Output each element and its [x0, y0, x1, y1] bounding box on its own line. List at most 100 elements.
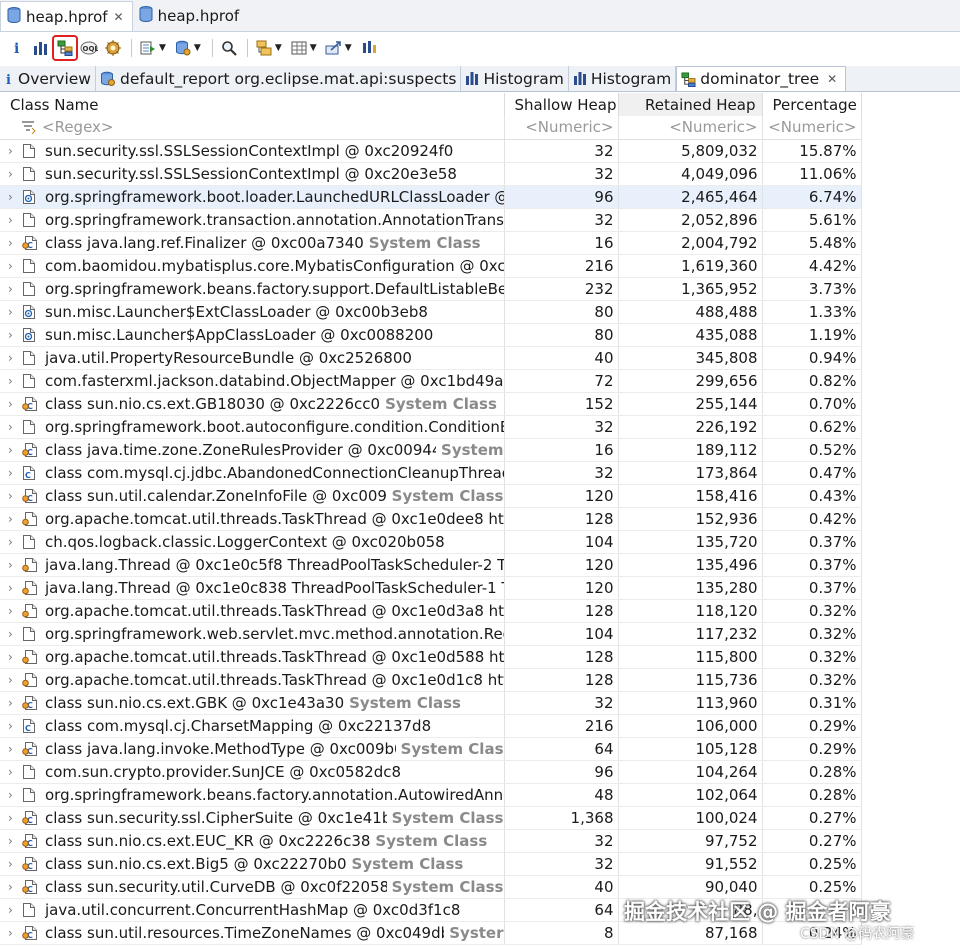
cell-class-name[interactable]: › Cclass java.time.zone.ZoneRulesProvider… [0, 438, 505, 462]
table-row[interactable]: › org.springframework.transaction.annotat… [0, 208, 862, 232]
expand-chevron-icon[interactable]: › [8, 466, 22, 480]
table-row[interactable]: › Cclass sun.security.util.CurveDB @ 0xc0… [0, 875, 862, 899]
table-row[interactable]: › sun.security.ssl.SSLSessionContextImpl … [0, 139, 862, 163]
group-result-icon[interactable] [253, 37, 275, 59]
chevron-down-icon[interactable]: ▼ [345, 43, 352, 53]
expand-chevron-icon[interactable]: › [8, 719, 22, 733]
expand-chevron-icon[interactable]: › [8, 673, 22, 687]
expand-chevron-icon[interactable]: › [8, 558, 22, 572]
expand-chevron-icon[interactable]: › [8, 443, 22, 457]
table-row[interactable]: › sun.misc.Launcher$AppClassLoader @ 0xc0… [0, 323, 862, 347]
expand-chevron-icon[interactable]: › [8, 535, 22, 549]
expand-chevron-icon[interactable]: › [8, 167, 22, 181]
expand-chevron-icon[interactable]: › [8, 788, 22, 802]
expand-chevron-icon[interactable]: › [8, 880, 22, 894]
expand-chevron-icon[interactable]: › [8, 489, 22, 503]
tab-default-report[interactable]: default_report org.eclipse.mat.api:suspe… [96, 66, 462, 91]
cell-class-name[interactable]: › org.springframework.beans.factory.annot… [0, 783, 505, 807]
table-row[interactable]: › org.springframework.beans.factory.suppo… [0, 277, 862, 301]
expand-chevron-icon[interactable]: › [8, 512, 22, 526]
expand-chevron-icon[interactable]: › [8, 627, 22, 641]
cell-class-name[interactable]: › org.apache.tomcat.util.threads.TaskThre… [0, 645, 505, 669]
expand-chevron-icon[interactable]: › [8, 351, 22, 365]
table-row[interactable]: › ch.qos.logback.classic.LoggerContext @ … [0, 530, 862, 554]
cell-class-name[interactable]: › org.apache.tomcat.util.threads.TaskThre… [0, 507, 505, 531]
expand-chevron-icon[interactable]: › [8, 581, 22, 595]
expand-chevron-icon[interactable]: › [8, 259, 22, 273]
cell-class-name[interactable]: › sun.misc.Launcher$AppClassLoader @ 0xc0… [0, 323, 505, 347]
expand-chevron-icon[interactable]: › [8, 696, 22, 710]
expand-chevron-icon[interactable]: › [8, 213, 22, 227]
cell-class-name[interactable]: › org.springframework.transaction.annotat… [0, 208, 505, 232]
filter-retained-heap[interactable]: <Numeric> [618, 116, 763, 140]
cell-class-name[interactable]: › Cclass com.mysql.cj.jdbc.AbandonedConne… [0, 461, 505, 485]
cell-class-name[interactable]: › org.springframework.boot.loader.Launche… [0, 185, 505, 209]
chevron-down-icon[interactable]: ▼ [194, 43, 201, 53]
cell-class-name[interactable]: › com.baomidou.mybatisplus.core.MybatisCo… [0, 254, 505, 278]
table-row[interactable]: › com.fasterxml.jackson.databind.ObjectMa… [0, 369, 862, 393]
cell-class-name[interactable]: › sun.security.ssl.SSLSessionContextImpl … [0, 139, 505, 163]
info-icon[interactable]: i [6, 37, 28, 59]
table-row[interactable]: › org.springframework.boot.autoconfigure.… [0, 415, 862, 439]
table-row[interactable]: › com.sun.crypto.provider.SunJCE @ 0xc058… [0, 760, 862, 784]
cell-class-name[interactable]: › Cclass sun.nio.cs.ext.GB18030 @ 0xc2226… [0, 392, 505, 416]
editor-tab-heap-hprof-1[interactable]: heap.hprof ✕ [0, 1, 133, 31]
cell-class-name[interactable]: › Cclass sun.security.ssl.CipherSuite @ 0… [0, 806, 505, 830]
chevron-down-icon[interactable]: ▼ [275, 43, 282, 53]
expand-chevron-icon[interactable]: › [8, 604, 22, 618]
tab-histogram-1[interactable]: Histogram [461, 66, 569, 91]
expand-chevron-icon[interactable]: › [8, 190, 22, 204]
histogram-icon[interactable] [30, 37, 52, 59]
expand-chevron-icon[interactable]: › [8, 765, 22, 779]
expand-chevron-icon[interactable]: › [8, 282, 22, 296]
table-row[interactable]: › com.baomidou.mybatisplus.core.MybatisCo… [0, 254, 862, 278]
cell-class-name[interactable]: › org.springframework.beans.factory.suppo… [0, 277, 505, 301]
column-header-percentage[interactable]: Percentage [762, 93, 862, 116]
cell-class-name[interactable]: › sun.misc.Launcher$ExtClassLoader @ 0xc0… [0, 300, 505, 324]
expand-chevron-icon[interactable]: › [8, 305, 22, 319]
cell-class-name[interactable]: › com.fasterxml.jackson.databind.ObjectMa… [0, 369, 505, 393]
table-row[interactable]: › Cclass sun.security.ssl.CipherSuite @ 0… [0, 806, 862, 830]
table-row[interactable]: › org.apache.tomcat.util.threads.TaskThre… [0, 507, 862, 531]
expand-chevron-icon[interactable]: › [8, 903, 22, 917]
table-row[interactable]: › Cclass sun.nio.cs.ext.EUC_KR @ 0xc2226c… [0, 829, 862, 853]
expand-chevron-icon[interactable]: › [8, 742, 22, 756]
cell-class-name[interactable]: › com.sun.crypto.provider.SunJCE @ 0xc058… [0, 760, 505, 784]
table-row[interactable]: › Cclass sun.util.calendar.ZoneInfoFile @… [0, 484, 862, 508]
cell-class-name[interactable]: › java.util.PropertyResourceBundle @ 0xc2… [0, 346, 505, 370]
expand-chevron-icon[interactable]: › [8, 420, 22, 434]
cell-class-name[interactable]: › Cclass com.mysql.cj.CharsetMapping @ 0x… [0, 714, 505, 738]
chevron-down-icon[interactable]: ▼ [310, 43, 317, 53]
expand-chevron-icon[interactable]: › [8, 328, 22, 342]
cell-class-name[interactable]: › Cclass sun.util.calendar.ZoneInfoFile @… [0, 484, 505, 508]
tab-overview[interactable]: i Overview [0, 66, 96, 91]
run-report-icon[interactable] [137, 37, 159, 59]
expand-chevron-icon[interactable]: › [8, 397, 22, 411]
table-row[interactable]: › Cclass java.time.zone.ZoneRulesProvider… [0, 438, 862, 462]
cell-class-name[interactable]: › Cclass java.lang.invoke.MethodType @ 0x… [0, 737, 505, 761]
filter-class-name[interactable]: <Regex> [0, 116, 505, 140]
cell-class-name[interactable]: › Cclass sun.nio.cs.ext.GBK @ 0xc1e43a30 S… [0, 691, 505, 715]
expand-chevron-icon[interactable]: › [8, 374, 22, 388]
cell-class-name[interactable]: › Cclass sun.util.resources.TimeZoneNames… [0, 921, 505, 945]
tab-histogram-2[interactable]: Histogram [569, 66, 677, 91]
table-row[interactable]: › java.lang.Thread @ 0xc1e0c5f8 ThreadPoo… [0, 553, 862, 577]
cell-class-name[interactable]: › java.util.concurrent.ConcurrentHashMap … [0, 898, 505, 922]
filter-shallow-heap[interactable]: <Numeric> [504, 116, 619, 140]
cell-class-name[interactable]: › ch.qos.logback.classic.LoggerContext @ … [0, 530, 505, 554]
expand-chevron-icon[interactable]: › [8, 236, 22, 250]
table-row[interactable]: › Cclass sun.nio.cs.ext.Big5 @ 0xc22270b0… [0, 852, 862, 876]
expand-chevron-icon[interactable]: › [8, 857, 22, 871]
tab-dominator-tree[interactable]: dominator_tree ✕ [676, 66, 847, 91]
cell-class-name[interactable]: › org.springframework.boot.autoconfigure.… [0, 415, 505, 439]
dominator-tree-icon[interactable] [52, 35, 78, 61]
table-row[interactable]: › org.apache.tomcat.util.threads.TaskThre… [0, 645, 862, 669]
table-row[interactable]: › org.springframework.beans.factory.annot… [0, 783, 862, 807]
expand-chevron-icon[interactable]: › [8, 926, 22, 940]
cell-class-name[interactable]: › Cclass sun.nio.cs.ext.Big5 @ 0xc22270b0… [0, 852, 505, 876]
calculate-sizes-icon[interactable] [288, 37, 310, 59]
chevron-down-icon[interactable]: ▼ [159, 43, 166, 53]
expand-chevron-icon[interactable]: › [8, 144, 22, 158]
table-row[interactable]: › org.springframework.web.servlet.mvc.met… [0, 622, 862, 646]
cell-class-name[interactable]: › java.lang.Thread @ 0xc1e0c838 ThreadPoo… [0, 576, 505, 600]
